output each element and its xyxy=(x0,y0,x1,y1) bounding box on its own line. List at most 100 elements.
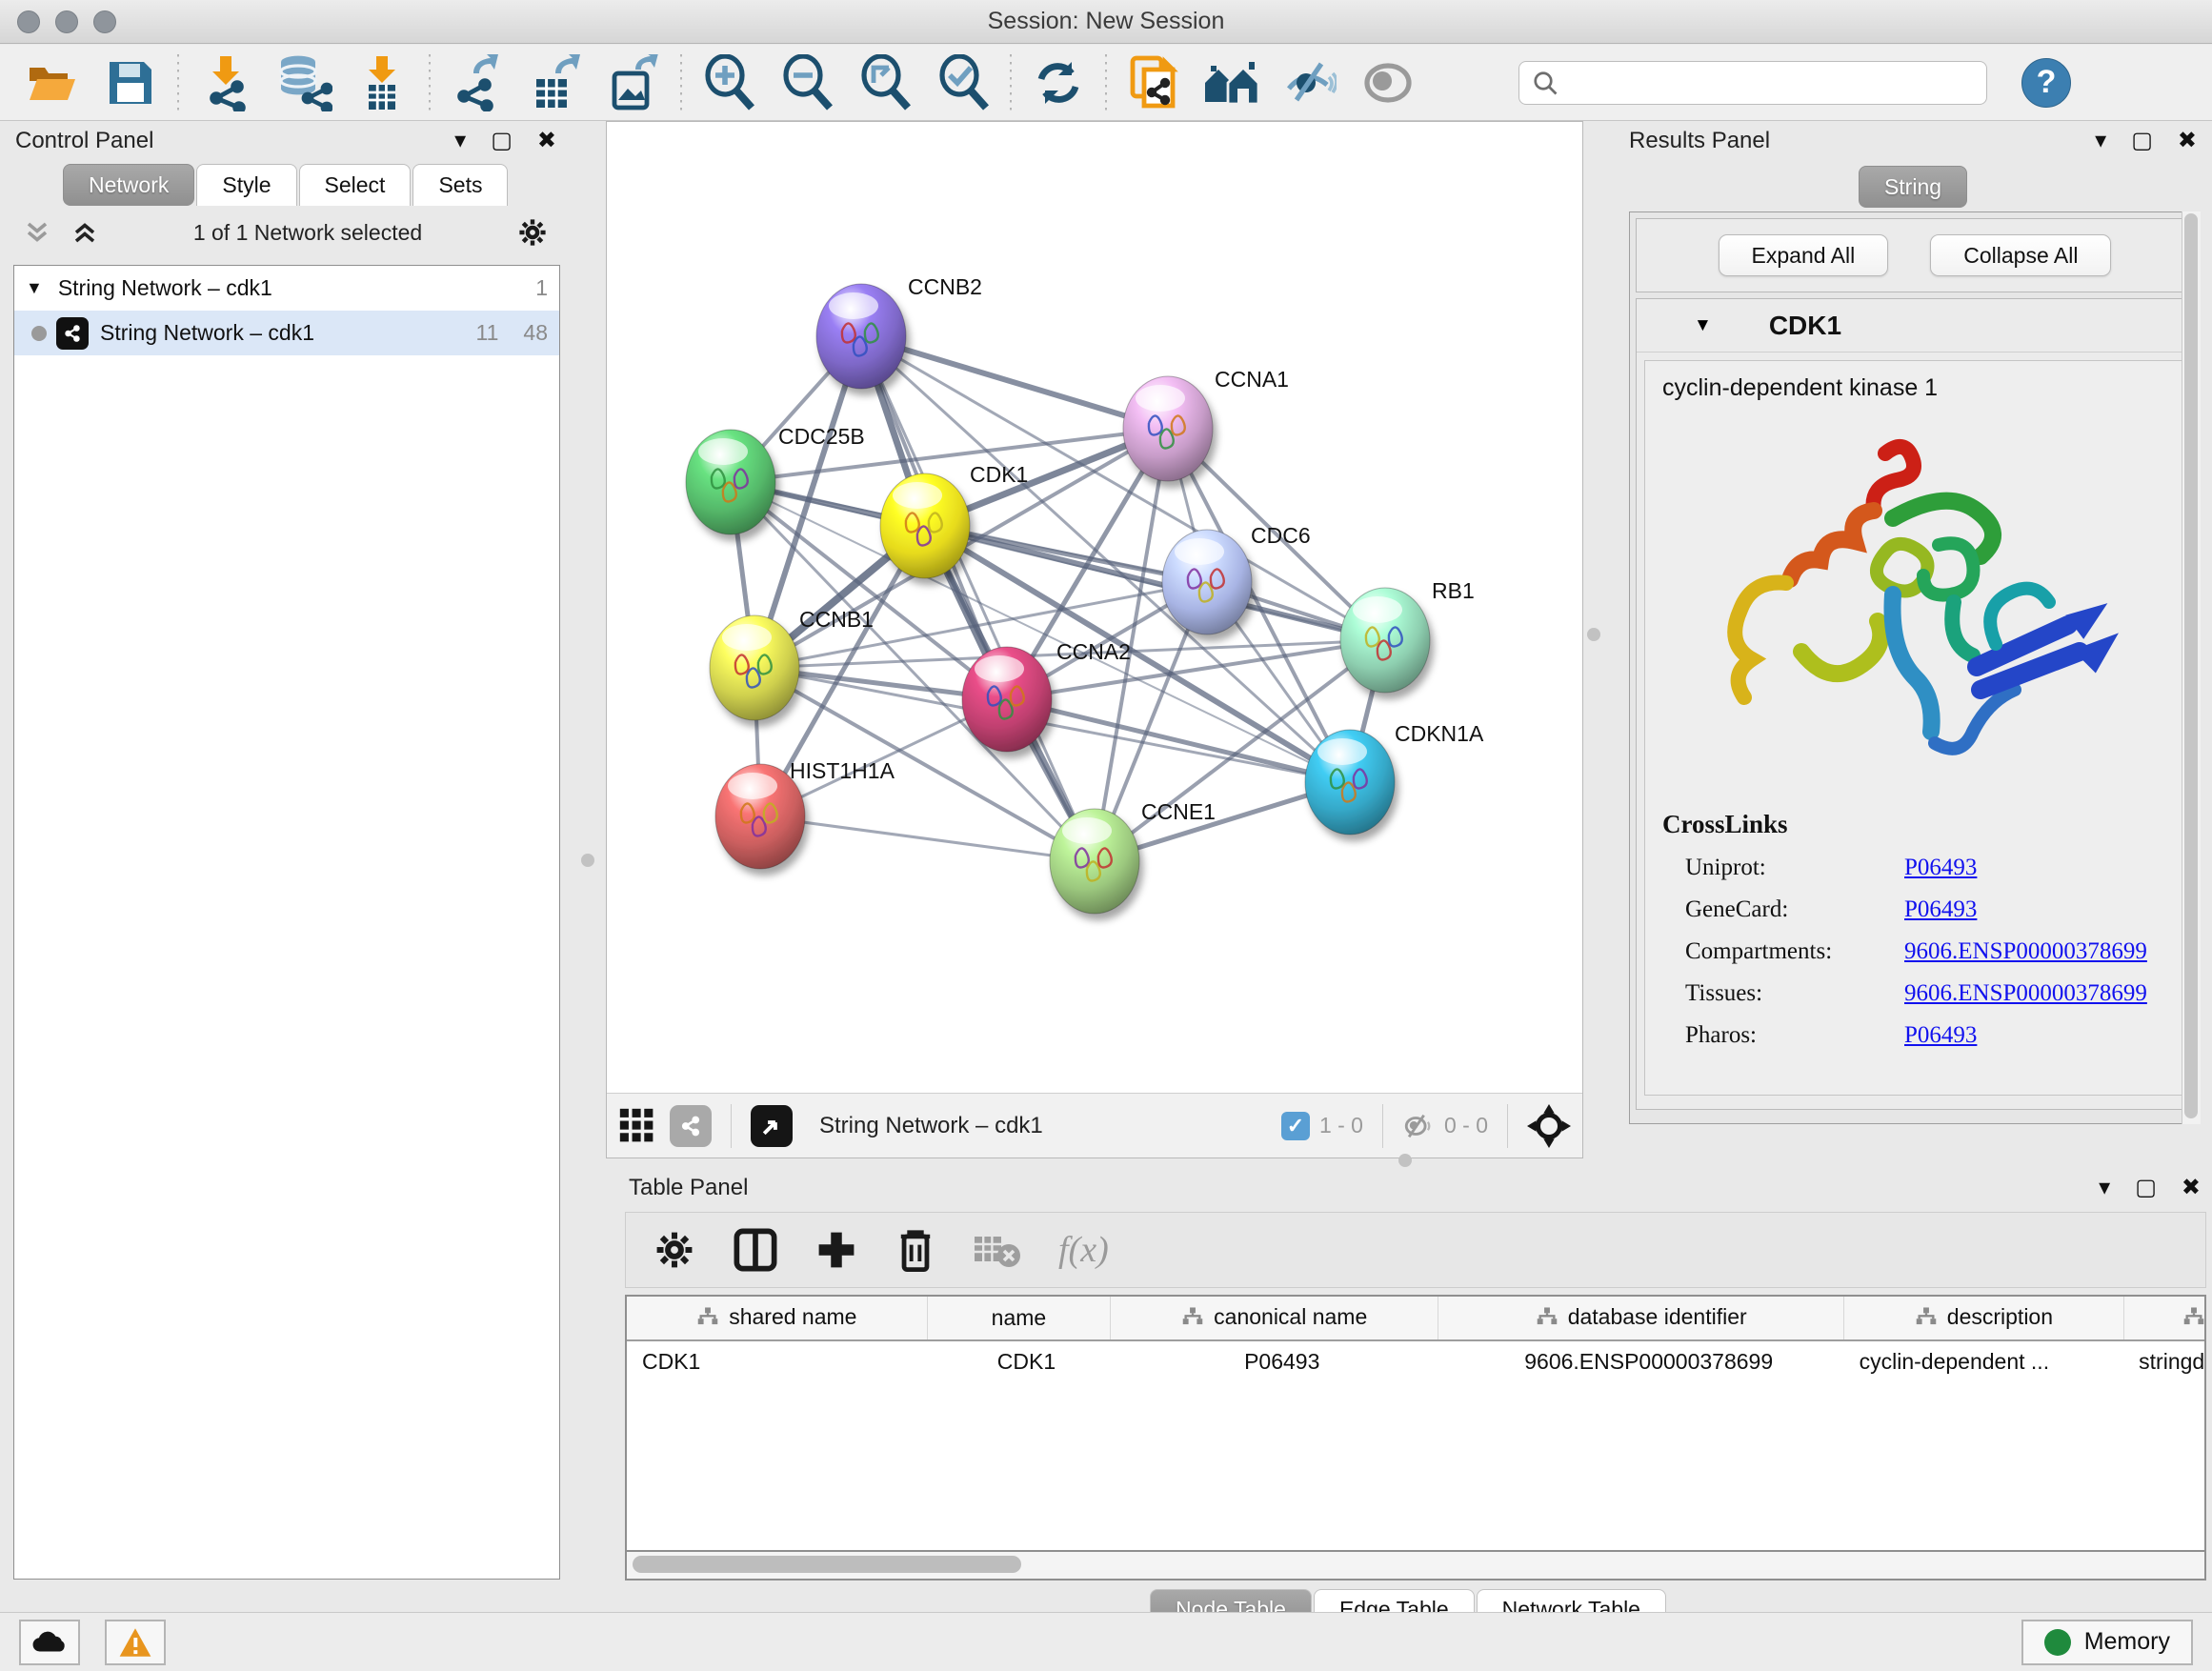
hide-panel-button[interactable] xyxy=(1271,49,1349,117)
zoom-in-button[interactable] xyxy=(690,49,768,117)
results-scrollbar[interactable] xyxy=(2182,211,2201,1124)
zoom-out-button[interactable] xyxy=(768,49,846,117)
cloud-status-button[interactable] xyxy=(19,1620,80,1665)
minimize-window-icon[interactable] xyxy=(55,10,78,33)
cell-database-identifier[interactable]: 9606.ENSP00000378699 xyxy=(1438,1340,1844,1382)
expand-all-button[interactable]: Expand All xyxy=(1719,234,1889,276)
export-network-button[interactable] xyxy=(438,49,516,117)
cell-name[interactable]: CDK1 xyxy=(927,1340,1110,1382)
birds-eye-icon[interactable] xyxy=(1527,1104,1571,1148)
network-edge[interactable] xyxy=(861,336,1095,861)
tab-sets[interactable]: Sets xyxy=(412,164,508,206)
export-table-button[interactable] xyxy=(516,49,594,117)
help-button[interactable]: ? xyxy=(2021,58,2071,108)
node-table[interactable]: shared name name canonical name database… xyxy=(625,1295,2206,1552)
show-columns-icon[interactable] xyxy=(733,1226,778,1274)
cell-shared-name[interactable]: CDK1 xyxy=(627,1340,927,1382)
network-view-panel: CCNB2CCNA1CDC25BCDK1CDC6RB1CCNB1CCNA2CDK… xyxy=(606,121,1583,1158)
zoom-selected-button[interactable] xyxy=(924,49,1002,117)
export-network-icon xyxy=(451,54,504,111)
cell-canonical-name[interactable]: P06493 xyxy=(1111,1340,1438,1382)
network-node[interactable]: CDKN1A xyxy=(1305,721,1484,835)
col-canonical-name[interactable]: canonical name xyxy=(1111,1297,1438,1340)
memory-button[interactable]: Memory xyxy=(2021,1620,2193,1665)
cdk1-section: ▼ CDK1 cyclin-dependent kinase 1 xyxy=(1636,298,2194,1110)
splitter-handle[interactable] xyxy=(581,854,594,867)
panel-float-icon[interactable]: ▢ xyxy=(2135,1177,2157,1199)
search-input[interactable] xyxy=(1518,61,1987,105)
table-row[interactable]: CDK1 CDK1 P06493 9606.ENSP00000378699 cy… xyxy=(627,1340,2206,1382)
col-name[interactable]: name xyxy=(927,1297,1110,1340)
collapse-all-icon[interactable] xyxy=(23,218,51,247)
collapse-all-button[interactable]: Collapse All xyxy=(1930,234,2111,276)
status-bar: Memory xyxy=(0,1612,2212,1671)
delete-column-icon[interactable] xyxy=(895,1226,936,1274)
table-horizontal-scrollbar[interactable] xyxy=(625,1552,2206,1580)
col-shared-name[interactable]: shared name xyxy=(627,1297,927,1340)
warnings-button[interactable] xyxy=(105,1620,166,1665)
panel-menu-icon[interactable]: ▾ xyxy=(2099,1177,2110,1199)
gear-icon[interactable] xyxy=(516,216,549,249)
export-image-button[interactable] xyxy=(594,49,673,117)
expand-all-icon[interactable] xyxy=(70,218,99,247)
network-share-icon[interactable] xyxy=(670,1105,712,1147)
panel-float-icon[interactable]: ▢ xyxy=(491,130,513,152)
string-network-icon xyxy=(56,317,89,350)
import-table-file-button[interactable] xyxy=(343,49,421,117)
panel-float-icon[interactable]: ▢ xyxy=(2131,130,2153,152)
tab-select[interactable]: Select xyxy=(299,164,412,206)
network-collection-row[interactable]: ▼ String Network – cdk1 1 xyxy=(14,266,559,311)
window-controls[interactable] xyxy=(17,10,116,33)
clone-network-button[interactable] xyxy=(1115,49,1193,117)
panel-close-icon[interactable]: ✖ xyxy=(2182,1177,2201,1199)
network-node[interactable]: CCNE1 xyxy=(1050,799,1216,914)
compartments-link[interactable]: 9606.ENSP00000378699 xyxy=(1904,938,2147,965)
network-edge[interactable] xyxy=(760,816,1095,861)
tab-string[interactable]: String xyxy=(1859,166,1967,208)
network-node[interactable]: HIST1H1A xyxy=(715,758,895,869)
add-column-icon[interactable] xyxy=(814,1228,858,1272)
open-in-browser-icon[interactable] xyxy=(751,1105,793,1147)
table-header-row[interactable]: shared name name canonical name database… xyxy=(627,1297,2206,1340)
cell-description[interactable]: cyclin-dependent ... xyxy=(1844,1340,2124,1382)
col-database-identifier[interactable]: database identifier xyxy=(1438,1297,1844,1340)
network-view-title: String Network – cdk1 xyxy=(806,1113,1268,1139)
maximize-window-icon[interactable] xyxy=(93,10,116,33)
apply-layout-button[interactable] xyxy=(1019,49,1097,117)
splitter-handle[interactable] xyxy=(1398,1154,1412,1167)
import-network-database-button[interactable] xyxy=(265,49,343,117)
network-edge[interactable] xyxy=(861,336,1168,429)
table-panel-title: Table Panel xyxy=(629,1175,748,1201)
selected-checkbox-icon[interactable]: ✓ xyxy=(1281,1112,1310,1140)
splitter-handle[interactable] xyxy=(1587,628,1600,641)
panel-close-icon[interactable]: ✖ xyxy=(2178,130,2197,152)
collapse-arrow-icon[interactable]: ▼ xyxy=(26,278,43,298)
table-settings-gear-icon[interactable] xyxy=(653,1228,696,1272)
close-window-icon[interactable] xyxy=(17,10,40,33)
network-node[interactable]: RB1 xyxy=(1340,578,1475,693)
cell-id[interactable]: stringdb:9... xyxy=(2123,1340,2206,1382)
panel-menu-icon[interactable]: ▾ xyxy=(454,130,466,152)
uniprot-link[interactable]: P06493 xyxy=(1904,855,1977,881)
panel-close-icon[interactable]: ✖ xyxy=(537,130,556,152)
col-id[interactable]: @id xyxy=(2123,1297,2206,1340)
open-session-button[interactable] xyxy=(13,49,91,117)
network-row[interactable]: String Network – cdk1 11 48 xyxy=(14,311,559,355)
import-network-file-button[interactable] xyxy=(187,49,265,117)
tab-network[interactable]: Network xyxy=(63,164,194,206)
section-collapse-icon[interactable]: ▼ xyxy=(1694,315,1712,336)
network-canvas[interactable]: CCNB2CCNA1CDC25BCDK1CDC6RB1CCNB1CCNA2CDK… xyxy=(607,122,1582,1092)
cloud-icon xyxy=(31,1628,68,1657)
tissues-link[interactable]: 9606.ENSP00000378699 xyxy=(1904,980,2147,1007)
col-description[interactable]: description xyxy=(1844,1297,2124,1340)
show-all-panels-button[interactable] xyxy=(1193,49,1271,117)
preview-button[interactable] xyxy=(1349,49,1427,117)
genecard-link[interactable]: P06493 xyxy=(1904,896,1977,923)
toolbar-separator xyxy=(1105,54,1107,111)
tab-style[interactable]: Style xyxy=(196,164,296,206)
zoom-fit-button[interactable] xyxy=(846,49,924,117)
pharos-link[interactable]: P06493 xyxy=(1904,1022,1977,1049)
save-session-button[interactable] xyxy=(91,49,170,117)
grid-view-icon[interactable] xyxy=(618,1107,656,1145)
panel-menu-icon[interactable]: ▾ xyxy=(2095,130,2106,152)
